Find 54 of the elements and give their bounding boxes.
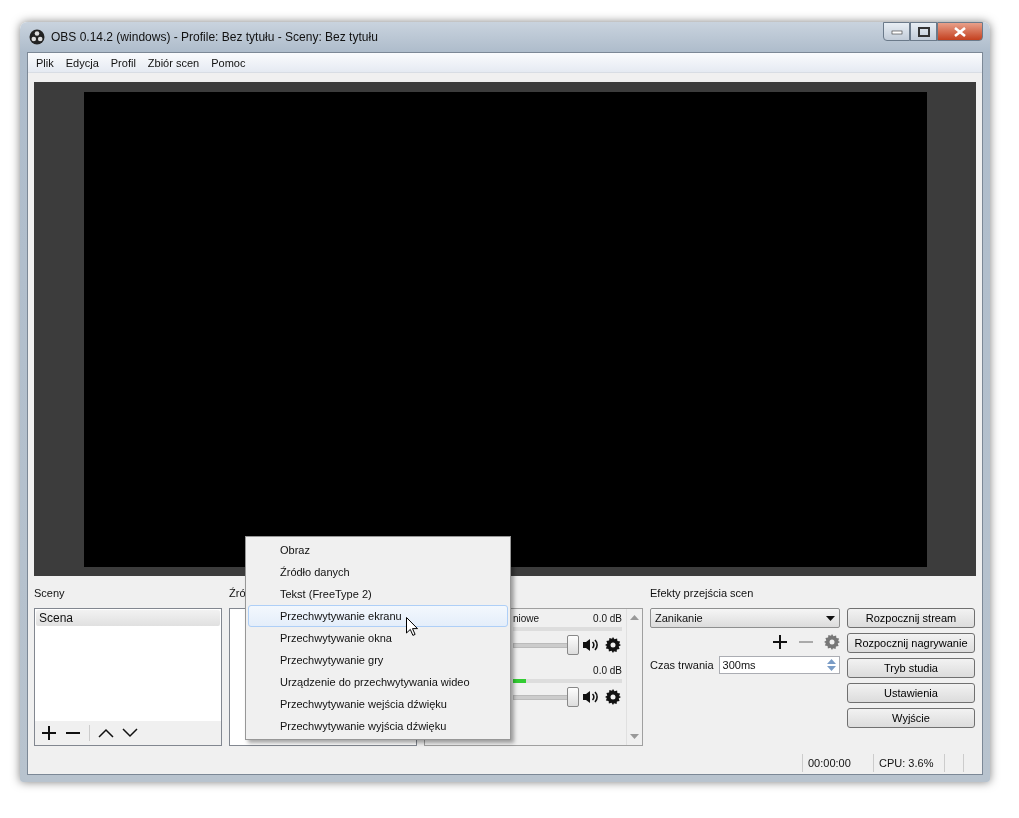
transition-dropdown[interactable]: Zanikanie	[650, 608, 840, 628]
spinner-arrows-icon[interactable]	[827, 659, 836, 671]
minimize-button[interactable]	[883, 22, 910, 41]
add-icon[interactable]	[772, 634, 788, 650]
control-button[interactable]: Ustawienia	[847, 683, 975, 703]
maximize-icon	[917, 26, 930, 37]
menu-option[interactable]: Przechwytywanie ekranu	[248, 605, 508, 627]
speaker-icon[interactable]	[583, 690, 599, 704]
slider-thumb[interactable]	[567, 687, 579, 707]
dropdown-arrow-icon	[826, 615, 835, 621]
menu-item[interactable]: Pomoc	[205, 56, 252, 69]
menu-option[interactable]: Przechwytywanie wyjścia dźwięku	[248, 715, 508, 737]
duration-field[interactable]: 300ms	[718, 656, 840, 674]
close-button[interactable]	[937, 22, 983, 41]
volume-slider[interactable]	[513, 687, 577, 707]
control-button[interactable]: Rozpocznij stream	[847, 608, 975, 628]
control-button[interactable]: Tryb studia	[847, 658, 975, 678]
control-button[interactable]: Rozpocznij nagrywanie	[847, 633, 975, 653]
channel-name: niowe	[513, 612, 540, 624]
gear-icon[interactable]	[605, 689, 621, 705]
menu-option[interactable]: Źródło danych	[248, 561, 508, 583]
dock-title: Sceny	[34, 586, 65, 601]
minimize-icon	[890, 28, 903, 35]
maximize-button[interactable]	[910, 22, 937, 41]
stream-time: 00:00:00	[802, 754, 873, 772]
close-icon	[954, 26, 966, 37]
cursor-icon	[406, 617, 418, 636]
app-logo-icon	[29, 29, 45, 45]
window-title: OBS 0.14.2 (windows) - Profile: Bez tytułu - Sceny: Bez tytułu	[51, 30, 378, 44]
menu-option[interactable]: Urządzenie do przechwytywania wideo	[248, 671, 508, 693]
scene-item[interactable]: Scena	[36, 610, 220, 626]
dock-title: Źró	[229, 586, 246, 601]
menu-item[interactable]: Zbiór scen	[141, 56, 206, 69]
menu-option[interactable]: Przechwytywanie gry	[248, 649, 508, 671]
menu-item[interactable]: Plik	[30, 56, 60, 69]
cpu-usage: CPU: 3.6%	[873, 754, 944, 772]
menu-option[interactable]: Tekst (FreeType 2)	[248, 583, 508, 605]
control-button[interactable]: Wyjście	[847, 708, 975, 728]
duration-label: Czas trwania	[650, 659, 714, 671]
speaker-icon[interactable]	[583, 638, 599, 652]
menu-option[interactable]: Przechwytywanie okna	[248, 627, 508, 649]
volume-reading: 0.0 dB	[593, 664, 622, 676]
menu-option[interactable]: Obraz	[248, 539, 508, 561]
gear-icon[interactable]	[605, 637, 621, 653]
menu-item[interactable]: Edycja	[59, 56, 105, 69]
volume-reading: 0.0 dB	[593, 612, 622, 624]
up-icon[interactable]	[98, 728, 114, 738]
down-icon[interactable]	[122, 728, 138, 738]
menu-option[interactable]: Przechwytywanie wejścia dźwięku	[248, 693, 508, 715]
volume-slider[interactable]	[513, 635, 577, 655]
dock-title: Efekty przejścia scen	[650, 586, 754, 601]
slider-thumb[interactable]	[567, 635, 579, 655]
menu-item[interactable]: Profil	[104, 56, 142, 69]
add-icon[interactable]	[41, 725, 57, 741]
